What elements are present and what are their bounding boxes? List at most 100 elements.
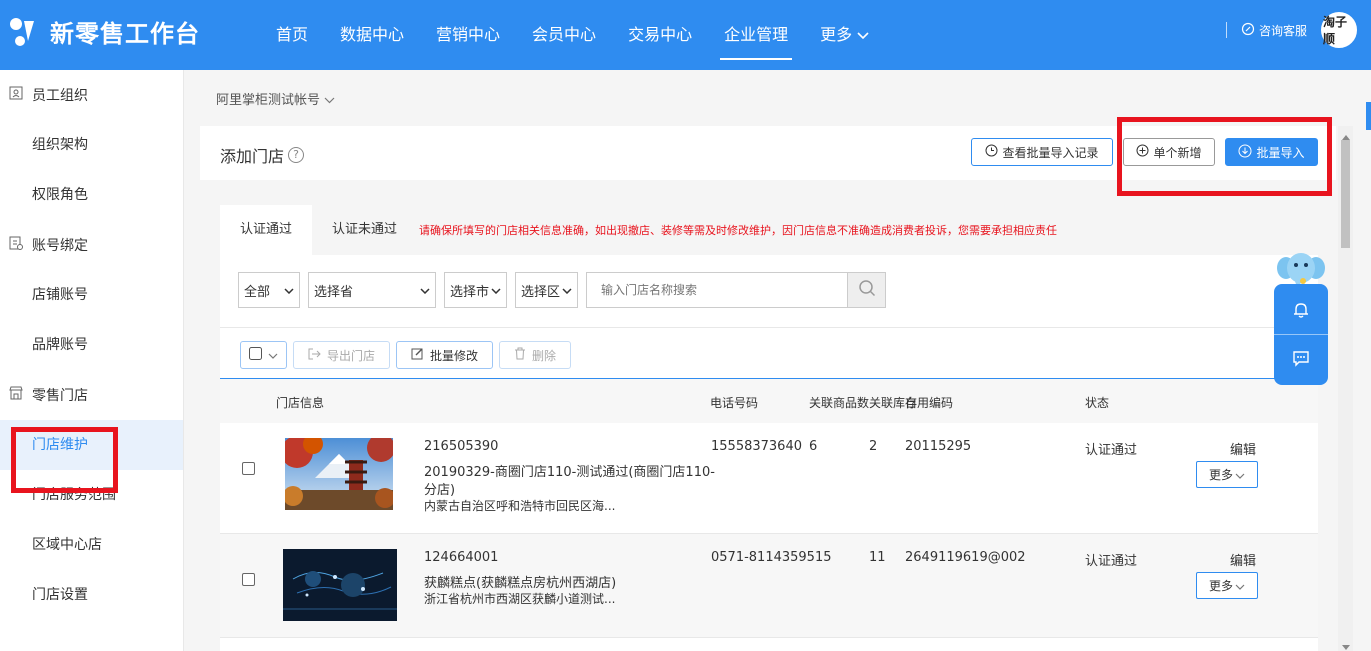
batch-edit-button[interactable]: 批量修改	[396, 341, 494, 369]
store-stock: 2	[869, 439, 878, 454]
app-title: 新零售工作台	[50, 20, 200, 48]
chevron-down-icon	[857, 25, 869, 44]
store-thumbnail	[283, 549, 397, 621]
store-code: 2649119619@002	[905, 550, 1026, 565]
sidebar-group-label: 员工组织	[32, 88, 88, 104]
nav-more[interactable]: 更多	[804, 0, 885, 70]
tab-verified[interactable]: 认证通过	[220, 205, 313, 255]
nav-data-center[interactable]: 数据中心	[324, 0, 420, 70]
store-id: 216505390	[424, 439, 499, 454]
sidebar-item-permission-roles[interactable]: 权限角色	[0, 170, 183, 220]
tabs: 认证通过 认证未通过 请确保所填写的门店相关信息准确，如出现撤店、装修等需及时修…	[220, 205, 1318, 255]
divider	[1225, 22, 1227, 38]
scroll-down-arrow-icon[interactable]	[1342, 640, 1350, 651]
top-navigation-bar: 新零售工作台 首页 数据中心 营销中心 会员中心 交易中心 企业管理 更多 咨询…	[0, 0, 1371, 70]
page-title: 添加门店	[220, 147, 285, 166]
store-search-input[interactable]	[587, 273, 847, 307]
export-stores-label: 导出门店	[327, 348, 376, 363]
chevron-down-icon	[562, 283, 572, 298]
store-name-line1: 20190329-商圈门店110-测试通过(商圈门店110-	[424, 465, 715, 480]
elephant-mascot-icon[interactable]	[1276, 248, 1326, 288]
store-status: 认证通过	[1085, 443, 1138, 458]
more-label: 更多	[1208, 468, 1233, 482]
customer-service-link[interactable]: 咨询客服	[1241, 22, 1307, 39]
bell-icon[interactable]	[1291, 300, 1311, 324]
help-icon[interactable]: ?	[288, 147, 305, 163]
account-bind-icon	[8, 235, 24, 255]
export-icon	[308, 348, 321, 363]
export-stores-button[interactable]: 导出门店	[293, 341, 391, 369]
store-stock: 11	[869, 550, 886, 565]
batch-edit-label: 批量修改	[430, 348, 479, 363]
nav-member-center[interactable]: 会员中心	[516, 0, 612, 70]
row-checkbox[interactable]	[242, 573, 255, 586]
store-icon	[8, 385, 24, 405]
nav-more-label: 更多	[820, 25, 853, 44]
sidebar-group-retail-store[interactable]: 零售门店	[0, 370, 183, 420]
logo-icon	[8, 15, 42, 49]
trash-icon	[514, 347, 526, 363]
store-status: 认证通过	[1085, 554, 1138, 569]
sidebar-item-brand-account[interactable]: 品牌账号	[0, 320, 183, 370]
select-all-dropdown[interactable]	[240, 341, 287, 369]
chat-icon[interactable]	[1291, 348, 1311, 372]
store-code: 20115295	[905, 439, 972, 454]
divider	[220, 327, 1318, 328]
nav-marketing-center[interactable]: 营销中心	[420, 0, 516, 70]
avatar[interactable]: 淘子顺	[1321, 12, 1357, 48]
clock-icon	[985, 144, 998, 160]
view-import-log-button[interactable]: 查看批量导入记录	[971, 138, 1113, 166]
nav-home[interactable]: 首页	[260, 0, 324, 70]
app-logo[interactable]: 新零售工作台	[8, 14, 200, 49]
search-icon	[858, 279, 876, 301]
scrollbar-thumb[interactable]	[1341, 140, 1350, 248]
notice-text: 请确保所填写的门店相关信息准确，如出现撤店、装修等需及时修改维护，因门店信息不准…	[419, 224, 1058, 237]
search-button[interactable]	[847, 273, 885, 307]
highlight-box	[1117, 117, 1332, 196]
page-scroll-indicator	[1366, 102, 1371, 130]
edit-icon	[411, 347, 424, 363]
more-button[interactable]: 更多	[1196, 572, 1258, 599]
delete-label: 删除	[532, 348, 557, 363]
status-select-value: 全部	[244, 284, 271, 300]
table-toolbar: 导出门店 批量修改 删除	[240, 341, 572, 369]
sidebar-item-org-structure[interactable]: 组织架构	[0, 120, 183, 170]
highlight-box	[11, 427, 118, 493]
store-phone: 0571-8114359515	[711, 550, 832, 565]
tab-unverified[interactable]: 认证未通过	[312, 205, 417, 255]
breadcrumb[interactable]: 阿里掌柜测试帐号	[216, 89, 335, 108]
store-thumbnail	[281, 434, 395, 510]
delete-button[interactable]: 删除	[499, 341, 572, 369]
sidebar-group-staff[interactable]: 员工组织	[0, 70, 183, 120]
column-goods-count: 关联商品数	[809, 396, 870, 410]
edit-link[interactable]: 编辑	[1230, 550, 1256, 569]
edit-link[interactable]: 编辑	[1230, 439, 1256, 458]
column-code: 自用编码	[905, 396, 954, 410]
city-select[interactable]: 选择市	[444, 272, 507, 308]
table-row: 124664001 获麟糕点(获麟糕点房杭州西湖店) 浙江省杭州市西湖区获麟小道…	[220, 534, 1318, 638]
sidebar-item-shop-account[interactable]: 店铺账号	[0, 270, 183, 320]
filter-bar: 全部 选择省 选择市 选择区	[238, 272, 886, 308]
store-address: 内蒙古自治区呼和浩特市回民区海...	[424, 499, 616, 513]
status-select[interactable]: 全部	[238, 272, 300, 308]
customer-service-label: 咨询客服	[1258, 23, 1307, 38]
nav-enterprise-management[interactable]: 企业管理	[708, 0, 804, 70]
more-button[interactable]: 更多	[1196, 461, 1258, 488]
sidebar-group-label: 零售门店	[32, 388, 88, 404]
chevron-down-icon	[1235, 468, 1245, 482]
row-checkbox[interactable]	[242, 462, 255, 475]
sidebar-item-regional-center-store[interactable]: 区域中心店	[0, 520, 183, 570]
sidebar-item-store-settings[interactable]: 门店设置	[0, 570, 183, 620]
divider	[1274, 334, 1328, 335]
nav-trade-center[interactable]: 交易中心	[612, 0, 708, 70]
table-row: 216505390 20190329-商圈门店110-测试通过(商圈门店110-…	[220, 423, 1318, 534]
store-name: 获麟糕点(获麟糕点房杭州西湖店)	[424, 576, 617, 591]
floating-panel	[1274, 284, 1328, 385]
scrollbar[interactable]	[1338, 126, 1353, 651]
province-select[interactable]: 选择省	[308, 272, 436, 308]
district-select[interactable]: 选择区	[515, 272, 578, 308]
sidebar-group-account-binding[interactable]: 账号绑定	[0, 220, 183, 270]
headset-icon	[1241, 22, 1255, 39]
store-id: 124664001	[424, 550, 499, 565]
store-name-line2: 分店)	[424, 483, 456, 498]
